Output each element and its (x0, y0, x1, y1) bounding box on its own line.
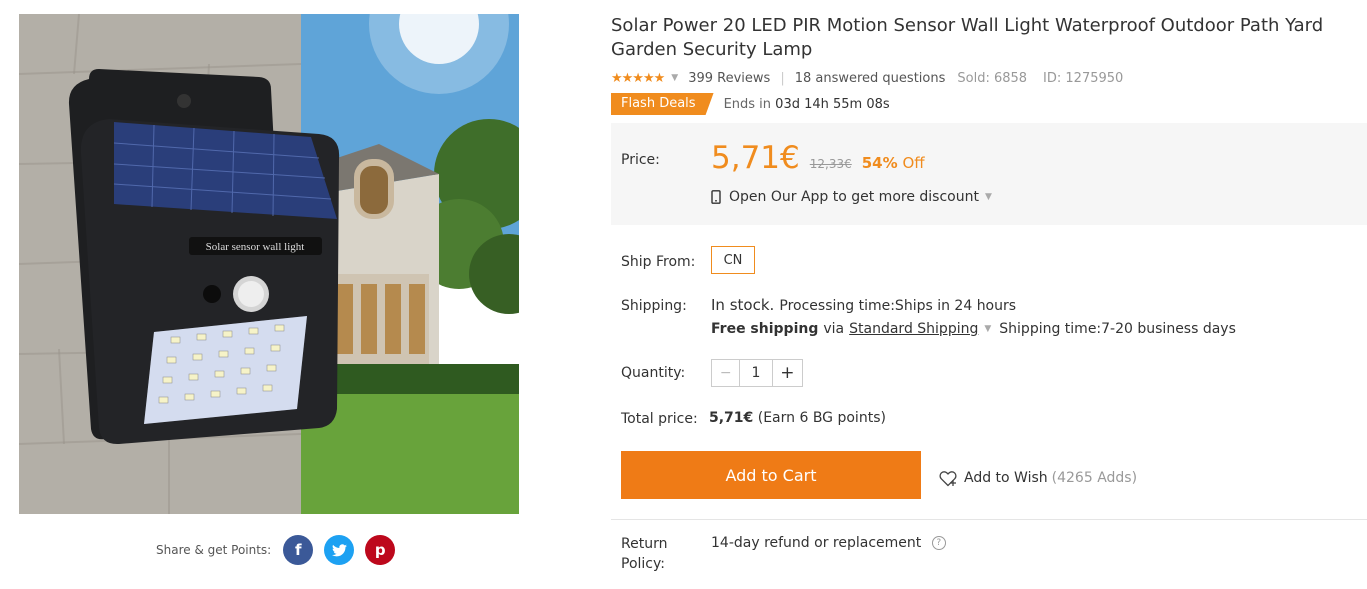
ship-from-option-cn[interactable]: CN (711, 246, 755, 274)
total-price-label: Total price: (621, 411, 698, 427)
meta-divider: | (780, 70, 785, 86)
phone-icon (711, 190, 721, 204)
shipping-method-dropdown-icon[interactable]: ▼ (984, 324, 991, 334)
pinterest-icon: p (374, 541, 386, 559)
current-price: 5,71€ (711, 140, 800, 176)
rating-stars-icon[interactable]: ★★★★★ (611, 71, 665, 86)
facebook-icon: f (294, 541, 302, 559)
flash-deals-row: Flash Deals Ends in 03d 14h 55m 08s (611, 93, 890, 115)
heart-plus-icon (939, 470, 957, 486)
price-label: Price: (621, 152, 660, 168)
product-meta-row: ★★★★★ ▼ 399 Reviews | 18 answered questi… (611, 68, 1139, 88)
original-price: 12,33€ (809, 157, 852, 171)
return-policy-label-line1: Return (621, 536, 668, 552)
rating-dropdown-icon[interactable]: ▼ (671, 73, 678, 83)
quantity-increase-button[interactable]: + (771, 360, 802, 386)
processing-time: Processing time:Ships in 24 hours (779, 298, 1017, 314)
bg-points-text: (Earn 6 BG points) (757, 410, 886, 426)
add-to-cart-button[interactable]: Add to Cart (621, 451, 921, 499)
wish-count: (4265 Adds) (1051, 470, 1138, 486)
quantity-label: Quantity: (621, 365, 686, 381)
lamp-label-text: Solar sensor wall light (206, 241, 305, 253)
ends-label: Ends in (723, 96, 772, 112)
add-to-wish-label: Add to Wish (964, 470, 1048, 486)
app-discount-text: Open Our App to get more discount (729, 189, 979, 205)
discount-percent: 54% (861, 154, 898, 172)
reviews-link[interactable]: 399 Reviews (688, 71, 770, 86)
help-icon[interactable]: ? (931, 536, 946, 550)
app-discount-link[interactable]: Open Our App to get more discount ▼ (711, 187, 992, 207)
return-policy-line: 14-day refund or replacement ? (711, 535, 946, 551)
free-shipping-text: Free shipping (711, 321, 819, 337)
section-divider (611, 519, 1367, 520)
discount-badge: 54% Off (862, 154, 925, 172)
flash-deals-badge[interactable]: Flash Deals (611, 93, 714, 115)
share-label: Share & get Points: (156, 543, 272, 557)
quantity-stepper: − 1 + (711, 359, 803, 387)
return-policy-text: 14-day refund or replacement (711, 535, 922, 551)
sold-count: Sold: 6858 (957, 70, 1028, 86)
chevron-down-icon: ▼ (984, 192, 992, 202)
share-row: Share & get Points: f p (156, 535, 406, 565)
shipping-label: Shipping: (621, 298, 687, 314)
product-title: Solar Power 20 LED PIR Motion Sensor Wal… (611, 15, 1324, 60)
stock-line: In stock. Processing time:Ships in 24 ho… (711, 295, 1016, 314)
answered-questions-link[interactable]: 18 answered questions (795, 71, 946, 86)
twitter-share-button[interactable] (324, 535, 355, 565)
return-policy-label: Return Policy: (621, 534, 667, 574)
ship-from-label: Ship From: (621, 254, 696, 270)
total-price-value: 5,71€ (709, 410, 754, 426)
add-to-wish-button[interactable]: Add to Wish (4265 Adds) (939, 468, 1137, 488)
via-text: via (823, 321, 845, 337)
shipping-method-link[interactable]: Standard Shipping (849, 321, 978, 337)
ends-time: 03d 14h 55m 08s (775, 96, 890, 112)
pinterest-share-button[interactable]: p (365, 535, 396, 565)
return-policy-label-line2: Policy: (621, 556, 665, 572)
quantity-decrease-button[interactable]: − (712, 360, 741, 386)
product-id: ID: 1275950 (1043, 70, 1124, 86)
discount-off-word: Off (902, 154, 925, 172)
shipping-method-line: Free shipping via Standard Shipping ▼ Sh… (711, 321, 1236, 337)
facebook-share-button[interactable]: f (283, 535, 314, 565)
in-stock-text: In stock. (711, 296, 775, 314)
flash-countdown: Ends in 03d 14h 55m 08s (724, 97, 890, 112)
twitter-icon (331, 543, 347, 556)
shipping-time: Shipping time:7-20 business days (999, 321, 1236, 337)
product-image[interactable]: Solar sensor wall light (19, 14, 519, 514)
quantity-input[interactable]: 1 (740, 360, 771, 386)
price-values: 5,71€ 12,33€ 54% Off (711, 140, 925, 176)
total-price-line: 5,71€ (Earn 6 BG points) (709, 410, 886, 426)
